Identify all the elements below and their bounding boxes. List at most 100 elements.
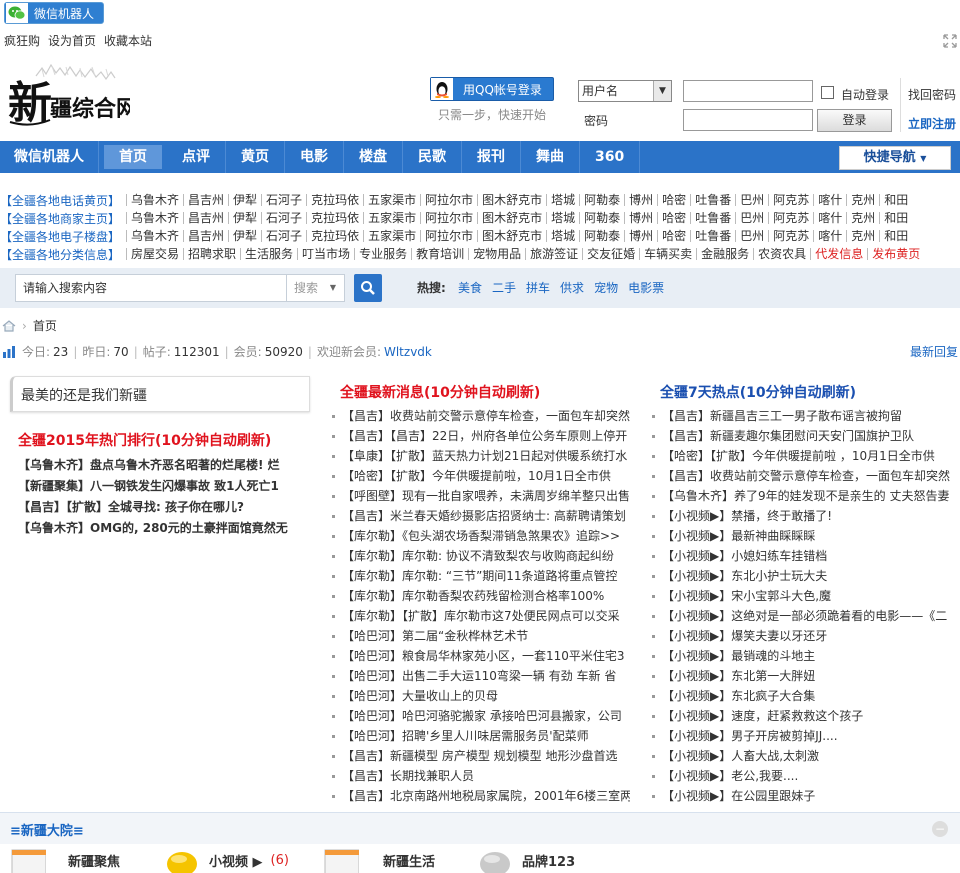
region-link[interactable]: 阿拉尔市 <box>420 194 477 206</box>
nav-item-movies[interactable]: 电影 <box>285 141 344 173</box>
region-link[interactable]: 吐鲁番 <box>690 230 735 242</box>
region-link[interactable]: 吐鲁番 <box>690 194 735 206</box>
top-link-set-home[interactable]: 设为首页 <box>48 32 96 49</box>
list-item[interactable]: 【哈巴河】粮食局华林家苑小区，一套110平米住宅3 <box>332 646 630 666</box>
list-item[interactable]: 【哈巴河】大量收山上的贝母 <box>332 686 630 706</box>
region-link[interactable]: 旅游签证 <box>525 248 582 260</box>
list-item[interactable]: 【哈巴河】出售二手大运110弯梁一辆 有劲 车新 省 <box>332 666 630 686</box>
list-item[interactable]: 【新疆聚集】八一钢铁发生闪爆事故 致1人死亡1 <box>18 476 308 497</box>
new-member-link[interactable]: Wltzvdk <box>384 345 432 359</box>
region-link[interactable]: 五家渠市 <box>363 212 420 224</box>
list-item[interactable]: 【昌吉】【昌吉】22日，州府各单位公务车原则上停开 <box>332 426 630 446</box>
top-link-bookmark[interactable]: 收藏本站 <box>104 32 152 49</box>
region-link[interactable]: 克拉玛依 <box>306 230 363 242</box>
list-item[interactable]: 【库尔勒】库尔勒: “三节”期间11条道路将重点管控 <box>332 566 630 586</box>
list-item[interactable]: 【小视频▶】最新神曲睬睬睬 <box>652 526 950 546</box>
list-item[interactable]: 【小视频▶】东北小护士玩大夫 <box>652 566 950 586</box>
region-link-highlight[interactable]: 发布黄页 <box>867 248 924 260</box>
region-link[interactable]: 塔城 <box>546 230 579 242</box>
top-link-shop[interactable]: 疯狂购 <box>4 32 40 49</box>
region-link[interactable]: 叮当市场 <box>297 248 354 260</box>
list-item[interactable]: 【昌吉】收费站前交警示意停车检查，一面包车却突然 <box>652 466 950 486</box>
region-link[interactable]: 克拉玛依 <box>306 194 363 206</box>
region-link[interactable]: 克州 <box>846 230 879 242</box>
password-field[interactable] <box>683 109 813 131</box>
latest-reply-link[interactable]: 最新回复 <box>910 343 958 360</box>
list-item[interactable]: 【库尔勒】【扩散】库尔勒市这7处便民网点可以交采 <box>332 606 630 626</box>
region-link[interactable]: 博州 <box>624 230 657 242</box>
list-item[interactable]: 【乌鲁木齐】养了9年的娃发现不是亲生的 丈夫怒告妻 <box>652 486 950 506</box>
auto-login-checkbox[interactable] <box>821 86 834 99</box>
nav-item-dance-music[interactable]: 舞曲 <box>521 141 580 173</box>
region-row-label[interactable]: 【全疆各地电子楼盘】 <box>0 228 126 245</box>
region-link[interactable]: 昌吉州 <box>183 230 228 242</box>
list-item[interactable]: 【昌吉】【扩散】全城寻找: 孩子你在哪儿? <box>18 497 308 518</box>
region-link[interactable]: 吐鲁番 <box>690 212 735 224</box>
region-link[interactable]: 哈密 <box>657 194 690 206</box>
region-row-label[interactable]: 【全疆各地商家主页】 <box>0 210 126 227</box>
region-link[interactable]: 伊犁 <box>228 230 261 242</box>
region-row-label[interactable]: 【全疆各地分类信息】 <box>0 246 126 263</box>
region-link[interactable]: 乌鲁木齐 <box>126 194 183 206</box>
list-item[interactable]: 【昌吉】米兰春天婚纱摄影店招贤纳士: 高薪聘请策划 <box>332 506 630 526</box>
region-link[interactable]: 阿勒泰 <box>579 212 624 224</box>
region-link[interactable]: 宠物用品 <box>468 248 525 260</box>
list-item[interactable]: 【呼图壁】现有一批自家喂养，未满周岁绵羊整只出售 <box>332 486 630 506</box>
list-item[interactable]: 【哈巴河】第二届“金秋桦林艺术节 <box>332 626 630 646</box>
hot-search-link[interactable]: 美食 <box>458 279 482 296</box>
list-item[interactable]: 【小视频▶】禁播，终于敢播了! <box>652 506 950 526</box>
list-item[interactable]: 【昌吉】长期找兼职人员 <box>332 766 630 786</box>
list-item[interactable]: 【小视频▶】在公园里跟妹子 <box>652 786 950 806</box>
list-item[interactable]: 【乌鲁木齐】盘点乌鲁木齐恶名昭著的烂尾楼! 烂 <box>18 455 308 476</box>
region-link[interactable]: 农资农具 <box>753 248 810 260</box>
region-link[interactable]: 图木舒克市 <box>477 194 546 206</box>
region-link[interactable]: 阿勒泰 <box>579 194 624 206</box>
search-type-select[interactable]: 搜索 ▼ <box>287 274 345 302</box>
list-item[interactable]: 【昌吉】新疆模型 房产模型 规划模型 地形沙盘首选 <box>332 746 630 766</box>
wechat-robot-button[interactable]: 微信机器人 <box>4 2 104 24</box>
hot-search-link[interactable]: 拼车 <box>526 279 550 296</box>
region-link[interactable]: 阿克苏 <box>768 230 813 242</box>
nav-item-yellow-pages[interactable]: 黄页 <box>226 141 285 173</box>
list-item[interactable]: 【昌吉】新疆麦趣尔集团慰问天安门国旗护卫队 <box>652 426 950 446</box>
nav-item-folk-songs[interactable]: 民歌 <box>403 141 462 173</box>
list-item[interactable]: 【小视频▶】人畜大战,太刺激 <box>652 746 950 766</box>
region-link[interactable]: 塔城 <box>546 194 579 206</box>
region-link[interactable]: 伊犁 <box>228 212 261 224</box>
list-item[interactable]: 【小视频▶】小媳妇练车挂错档 <box>652 546 950 566</box>
site-logo[interactable]: 新 疆综合网 <box>6 63 138 130</box>
list-item[interactable]: 【库尔勒】《包头湖农场香梨滞销急煞果农》追踪>> <box>332 526 630 546</box>
region-link[interactable]: 巴州 <box>735 212 768 224</box>
list-item[interactable]: 【昌吉】北京南路州地税局家属院，2001年6楼三室两 <box>332 786 630 806</box>
username-field[interactable] <box>683 80 813 102</box>
region-link[interactable]: 五家渠市 <box>363 194 420 206</box>
find-password-link[interactable]: 找回密码 <box>908 86 956 103</box>
forum-item[interactable]: 小视频 ▶ (6) <box>165 846 289 873</box>
search-input[interactable]: 请输入搜索内容 <box>15 274 287 302</box>
nav-item-wechat-robot[interactable]: 微信机器人 <box>0 141 99 173</box>
region-link[interactable]: 石河子 <box>261 212 306 224</box>
expand-icon[interactable] <box>943 34 957 48</box>
list-item[interactable]: 【哈密】【扩散】今年供暖提前啦 ，10月1日全市供 <box>652 446 950 466</box>
breadcrumb-home[interactable]: 首页 <box>33 317 57 334</box>
region-link[interactable]: 巴州 <box>735 194 768 206</box>
nav-item-reviews[interactable]: 点评 <box>167 141 226 173</box>
list-item[interactable]: 【小视频▶】爆笑夫妻以牙还牙 <box>652 626 950 646</box>
region-link[interactable]: 图木舒克市 <box>477 212 546 224</box>
nav-item-property[interactable]: 楼盘 <box>344 141 403 173</box>
region-link[interactable]: 克拉玛依 <box>306 212 363 224</box>
list-item[interactable]: 【库尔勒】库尔勒: 协议不清致梨农与收购商起纠纷 <box>332 546 630 566</box>
login-button[interactable]: 登录 <box>817 109 892 132</box>
region-link[interactable]: 博州 <box>624 194 657 206</box>
region-link[interactable]: 交友征婚 <box>582 248 639 260</box>
region-link[interactable]: 教育培训 <box>411 248 468 260</box>
forum-item[interactable]: 品牌123 <box>478 846 575 873</box>
list-item[interactable]: 【哈巴河】招聘'乡里人川味居需服务员'配菜师 <box>332 726 630 746</box>
forum-item[interactable]: 新疆生活 <box>323 846 435 873</box>
region-link[interactable]: 石河子 <box>261 230 306 242</box>
region-link[interactable]: 阿克苏 <box>768 194 813 206</box>
register-link[interactable]: 立即注册 <box>908 115 956 132</box>
region-link[interactable]: 喀什 <box>813 194 846 206</box>
list-item[interactable]: 【小视频▶】这绝对是一部必须跪着看的电影——《二 <box>652 606 950 626</box>
region-link[interactable]: 专业服务 <box>354 248 411 260</box>
